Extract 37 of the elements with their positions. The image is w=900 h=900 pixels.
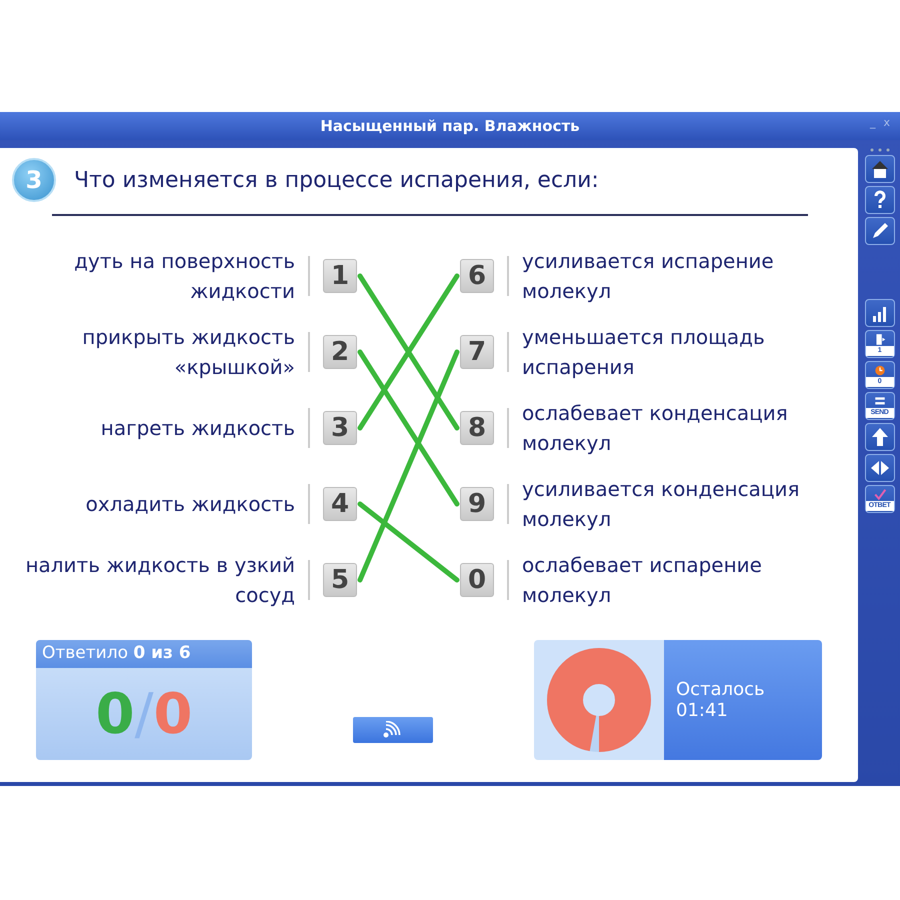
condition-text: нагреть жидкость [100,415,295,442]
condition-text: охладить жидкость [84,491,295,518]
condition-text: дуть на поверхность жидкости [73,248,295,305]
result-text: усиливается испарение молекул [522,248,775,305]
timer-label: Осталось [676,679,766,700]
number-tile[interactable]: 0 [460,563,494,597]
answered-count: Ответило 0 из 6 [42,643,191,663]
score-separator: / [134,682,154,746]
result-text: ослабевает конденсация молекул [522,400,789,457]
correct-count: 0 [96,682,135,746]
number-tile[interactable]: 4 [323,487,357,521]
number-tile[interactable]: 3 [323,411,357,445]
up-tool-button[interactable] [864,423,894,451]
number-tile[interactable]: 6 [460,259,494,293]
question-number: 3 [12,158,56,202]
number-tile[interactable]: 8 [460,411,494,445]
timer-value: 01:41 [676,700,729,721]
grip-icon [868,148,890,152]
wrong-count: 0 [153,682,192,746]
chart-tool-button[interactable] [864,299,894,327]
home-tool-button[interactable] [864,155,894,183]
number-tile[interactable]: 7 [460,335,494,369]
condition-text: налить жидкость в узкий сосуд [25,552,295,609]
result-text: уменьшается площадь испарения [522,324,766,381]
result-text: ослабевает испарение молекул [522,552,763,609]
wireless-button[interactable] [353,717,433,743]
question-text: Что изменяется в процессе испарения, если: [74,168,599,192]
number-tile[interactable]: 5 [323,563,357,597]
window-title: Насыщенный пар. Влажность [320,117,580,135]
arrows-tool-button[interactable] [864,454,894,482]
number-tile[interactable]: 2 [323,335,357,369]
condition-text: прикрыть жидкость «крышкой» [81,324,295,381]
help-tool-button[interactable] [864,186,894,214]
result-text: усиливается конденсация молекул [522,476,800,533]
number-tile[interactable]: 9 [460,487,494,521]
number-tile[interactable]: 1 [323,259,357,293]
pencil-tool-button[interactable] [864,217,894,245]
